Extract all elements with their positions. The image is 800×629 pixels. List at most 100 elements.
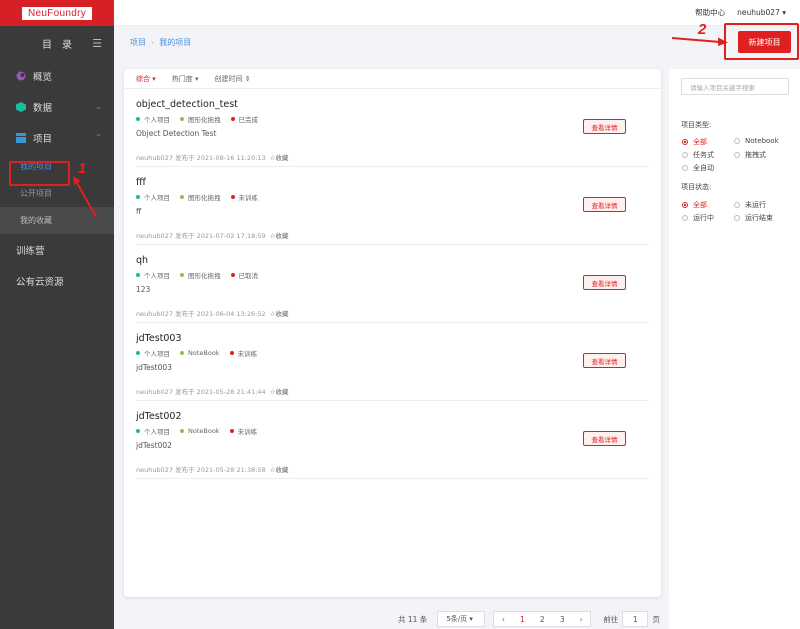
sidebar-item-overview[interactable]: 概览 — [0, 60, 114, 91]
type-radio-drag[interactable]: 拖拽式 — [734, 150, 766, 160]
favorite-button[interactable]: ☆收藏 — [270, 310, 289, 318]
favorite-button[interactable]: ☆收藏 — [270, 466, 289, 474]
project-title[interactable]: fff — [136, 177, 146, 188]
project-description: 123 — [136, 285, 151, 294]
chevron-down-icon: ⌄ — [95, 102, 102, 111]
project-description: jdTest002 — [136, 441, 172, 450]
logo-bar: NeuFoundry — [0, 0, 114, 26]
view-detail-button[interactable]: 查看详情 — [583, 275, 626, 290]
project-tags: 个人项目 图形化拖拽 已完成 — [136, 114, 268, 124]
tag-dot-icon — [180, 195, 184, 199]
project-tag: 未训练 — [229, 348, 257, 358]
project-tag: 个人项目 — [136, 348, 170, 358]
status-radio-finished[interactable]: 运行结束 — [734, 213, 773, 223]
type-radio-all[interactable]: 全部 — [682, 137, 707, 147]
project-title[interactable]: object_detection_test — [136, 99, 238, 110]
goto-label: 前往 — [603, 614, 619, 624]
help-center-link[interactable]: 帮助中心 — [695, 7, 725, 18]
project-list: object_detection_test 个人项目 图形化拖拽 已完成 Objec… — [124, 89, 661, 479]
goto-page-input[interactable]: 1 — [622, 611, 649, 627]
project-meta: neuhub027 发布于 2021-08-16 11:20:13 ☆收藏 — [136, 152, 289, 162]
project-tag: 图形化拖拽 — [180, 114, 221, 124]
tag-label: 图形化拖拽 — [188, 116, 221, 124]
data-cube-icon — [16, 101, 27, 112]
type-filter-label: 项目类型: — [681, 121, 712, 129]
project-title[interactable]: qh — [136, 255, 148, 266]
tag-dot-icon — [136, 195, 140, 199]
project-description: ff — [136, 207, 142, 216]
page-button-1[interactable]: 1 — [520, 615, 525, 624]
tag-label: 未训练 — [238, 194, 259, 202]
total-count: 共 11 条 — [398, 614, 428, 624]
page-button-3[interactable]: 3 — [560, 615, 565, 624]
project-description: Object Detection Test — [136, 129, 217, 138]
sidebar-item-project[interactable]: 项目 ⌃ — [0, 122, 114, 153]
filter-panel: 请输入项目关键字搜索 项目类型: 全部 Notebook 任务式 拖拽式 全自动… — [669, 69, 800, 629]
project-card: qh 个人项目 图形化拖拽 已取消 123 neuhub027 发布于 2021-0… — [136, 245, 649, 323]
view-detail-button[interactable]: 查看详情 — [583, 197, 626, 212]
status-radio-all[interactable]: 全部 — [682, 200, 707, 210]
project-tags: 个人项目 NoteBook 未训练 — [136, 426, 267, 436]
next-page-button[interactable]: › — [580, 615, 583, 624]
project-tag: 图形化拖拽 — [180, 192, 221, 202]
sort-hot[interactable]: 热门度 ▾ — [172, 74, 199, 84]
type-radio-auto[interactable]: 全自动 — [682, 163, 714, 173]
project-card: fff 个人项目 图形化拖拽 未训练 ff neuhub027 发布于 2021-0… — [136, 167, 649, 245]
project-tag: NoteBook — [180, 348, 220, 358]
pagination: 共 11 条 5条/页 ▾ ‹ 1 2 3 › 前往 1 页 — [398, 611, 660, 627]
sidebar-item-training-camp[interactable]: 训练营 — [0, 234, 114, 265]
tag-label: 个人项目 — [144, 428, 170, 436]
tag-label: 个人项目 — [144, 116, 170, 124]
type-radio-task[interactable]: 任务式 — [682, 150, 714, 160]
annotation-arrow-2 — [671, 37, 728, 46]
sidebar-item-label: 概览 — [33, 71, 53, 83]
project-tag: 已完成 — [230, 114, 258, 124]
page-size-select[interactable]: 5条/页 ▾ — [437, 611, 486, 627]
radio-label: 任务式 — [693, 151, 714, 159]
project-meta: neuhub027 发布于 2021-06-04 13:26:52 ☆收藏 — [136, 308, 289, 318]
breadcrumb-current: 我的项目 — [159, 38, 192, 47]
tag-dot-icon — [180, 351, 184, 355]
view-detail-button[interactable]: 查看详情 — [583, 431, 626, 446]
breadcrumb-root[interactable]: 项目 — [130, 38, 146, 47]
nav-heading-label: 目 录 — [42, 39, 72, 51]
status-radio-running[interactable]: 运行中 — [682, 213, 714, 223]
project-title[interactable]: jdTest002 — [136, 411, 182, 422]
prev-page-button[interactable]: ‹ — [502, 615, 505, 624]
user-menu[interactable]: neuhub027 ▾ — [737, 8, 786, 17]
project-card: jdTest002 个人项目 NoteBook 未训练 jdTest002 neuh… — [136, 401, 649, 479]
search-input[interactable]: 请输入项目关键字搜索 — [681, 78, 789, 95]
project-title[interactable]: jdTest003 — [136, 333, 182, 344]
tag-dot-icon — [136, 117, 140, 121]
tag-label: 已取消 — [238, 272, 259, 280]
tag-dot-icon — [180, 117, 184, 121]
page-button-2[interactable]: 2 — [540, 615, 545, 624]
nav-heading: 目 录 ☰ — [0, 26, 114, 60]
favorite-button[interactable]: ☆收藏 — [270, 388, 289, 396]
radio-label: 全部 — [693, 138, 707, 146]
publish-info: neuhub027 发布于 2021-06-04 13:26:52 — [136, 310, 266, 318]
sort-comprehensive[interactable]: 综合 ▾ — [136, 74, 156, 84]
sidebar-item-public-cloud[interactable]: 公有云资源 — [0, 265, 114, 296]
status-radio-not-run[interactable]: 未运行 — [734, 200, 766, 210]
type-radio-notebook[interactable]: Notebook — [734, 137, 779, 145]
favorite-button[interactable]: ☆收藏 — [270, 154, 289, 162]
sidebar-item-data[interactable]: 数据 ⌄ — [0, 91, 114, 122]
tag-dot-icon — [229, 429, 234, 433]
logo[interactable]: NeuFoundry — [21, 6, 93, 20]
view-detail-button[interactable]: 查看详情 — [583, 119, 626, 134]
tag-dot-icon — [180, 429, 184, 433]
hamburger-icon[interactable]: ☰ — [92, 37, 102, 50]
radio-label: Notebook — [745, 137, 779, 145]
breadcrumb-separator: › — [151, 38, 155, 47]
project-tag: 个人项目 — [136, 192, 170, 202]
tag-dot-icon — [136, 351, 140, 355]
highlight-box-2 — [724, 23, 799, 60]
view-detail-button[interactable]: 查看详情 — [583, 353, 626, 368]
sidebar-item-label: 项目 — [33, 133, 53, 145]
radio-label: 未运行 — [745, 201, 766, 209]
highlight-box-1 — [9, 161, 70, 186]
favorite-button[interactable]: ☆收藏 — [270, 232, 289, 240]
sort-created[interactable]: 创建时间 ⇕ — [215, 74, 251, 84]
project-icon — [16, 132, 27, 143]
